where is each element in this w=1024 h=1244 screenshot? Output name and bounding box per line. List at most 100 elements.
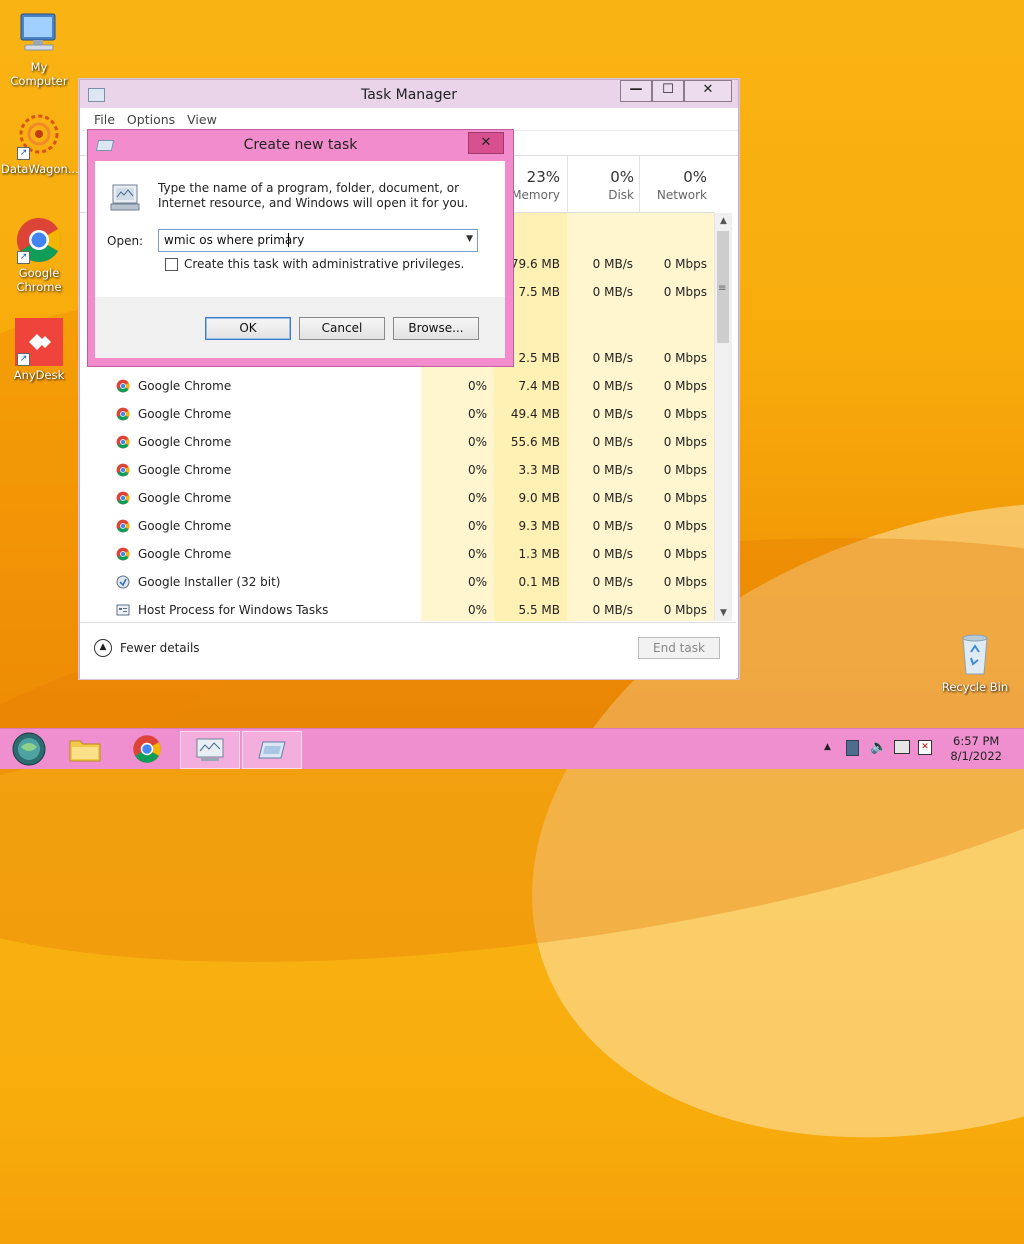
minimize-button[interactable]: — [620, 80, 652, 102]
scrollbar-grip-icon: ≡ [718, 283, 727, 294]
desktop-icon-anydesk[interactable]: ↗ AnyDesk [1, 318, 77, 382]
dialog-message: Type the name of a program, folder, docu… [158, 181, 469, 210]
column-header-disk[interactable]: 0% Disk [568, 168, 634, 202]
recycle-bin-icon [951, 630, 999, 678]
memory-cell: 9.0 MB [518, 491, 560, 505]
chrome-icon [116, 491, 130, 505]
fewer-details-button[interactable]: ▲ Fewer details [94, 639, 200, 657]
memory-cell: 5.5 MB [518, 603, 560, 617]
maximize-button[interactable]: ☐ [652, 80, 684, 102]
memory-cell: 1.3 MB [518, 547, 560, 561]
desktop-icon-label: Google Chrome [16, 266, 62, 294]
process-name: Google Installer (32 bit) [138, 575, 281, 589]
action-center-icon[interactable]: ✕ [918, 740, 932, 755]
process-name: Google Chrome [138, 379, 232, 393]
menu-file[interactable]: File [94, 112, 115, 127]
network-cell: 0 Mbps [663, 519, 707, 533]
table-row[interactable]: Google Chrome 0% 3.3 MB 0 MB/s 0 Mbps [80, 456, 714, 484]
table-row[interactable]: Google Chrome 0% 9.3 MB 0 MB/s 0 Mbps [80, 512, 714, 540]
taskbar-file-explorer[interactable] [56, 731, 114, 767]
disk-cell: 0 MB/s [592, 351, 633, 365]
table-row[interactable]: Google Chrome 0% 55.6 MB 0 MB/s 0 Mbps [80, 428, 714, 456]
taskbar-run-dialog[interactable] [242, 731, 302, 769]
network-icon[interactable] [894, 740, 910, 754]
dialog-titlebar[interactable]: Create new task ✕ [88, 130, 513, 158]
fewer-details-label: Fewer details [120, 641, 200, 655]
taskbar-task-manager[interactable] [180, 731, 240, 769]
chrome-icon [133, 735, 161, 763]
menu-view[interactable]: View [187, 112, 217, 127]
process-name: Google Chrome [138, 463, 232, 477]
disk-cell: 0 MB/s [592, 435, 633, 449]
disk-cell: 0 MB/s [592, 285, 633, 299]
memory-cell: 49.4 MB [510, 407, 560, 421]
disk-cell: 0 MB/s [592, 463, 633, 477]
cancel-button[interactable]: Cancel [299, 317, 385, 340]
chrome-icon [116, 407, 130, 421]
open-command-input[interactable]: wmic os where primary ▼ [158, 229, 478, 252]
anydesk-icon: ↗ [15, 318, 63, 366]
dialog-title: Create new task [243, 137, 358, 153]
desktop-icon-datawagon[interactable]: ↗ DataWagon... [1, 112, 79, 176]
disk-cell: 0 MB/s [592, 379, 633, 393]
desktop-icon-label: AnyDesk [13, 368, 65, 382]
flag-icon[interactable] [846, 740, 859, 756]
cpu-cell: 0% [467, 407, 487, 421]
disk-cell: 0 MB/s [592, 575, 633, 589]
dialog-close-button[interactable]: ✕ [468, 132, 504, 154]
chrome-icon [116, 379, 130, 393]
network-cell: 0 Mbps [663, 491, 707, 505]
vertical-scrollbar[interactable]: ▲ ≡ ▼ [714, 213, 732, 621]
table-row[interactable]: Google Chrome 0% 1.3 MB 0 MB/s 0 Mbps [80, 540, 714, 568]
desktop-icon-google-chrome[interactable]: ↗ Google Chrome [1, 216, 77, 294]
dialog-button-bar: OK Cancel Browse... [95, 297, 505, 358]
table-row[interactable]: Google Chrome 0% 7.4 MB 0 MB/s 0 Mbps [80, 372, 714, 400]
admin-privileges-checkbox[interactable]: Create this task with administrative pri… [165, 257, 464, 271]
network-cell: 0 Mbps [663, 435, 707, 449]
memory-cell: 7.4 MB [518, 379, 560, 393]
desktop-icon-recycle-bin[interactable]: Recycle Bin [937, 630, 1013, 694]
taskbar-chrome[interactable] [118, 731, 176, 767]
memory-cell: 55.6 MB [510, 435, 560, 449]
cpu-cell: 0% [467, 519, 487, 533]
volume-icon[interactable]: 🔈 [870, 739, 887, 755]
task-manager-titlebar[interactable]: Task Manager — ☐ ✕ [80, 80, 738, 108]
chevron-down-icon[interactable]: ▼ [466, 234, 473, 244]
network-cell: 0 Mbps [663, 603, 707, 617]
process-name: Google Chrome [138, 491, 232, 505]
show-hidden-icons-icon[interactable]: ▲ [824, 742, 831, 752]
end-task-button[interactable]: End task [638, 637, 720, 659]
close-button[interactable]: ✕ [684, 80, 732, 102]
cpu-cell: 0% [467, 463, 487, 477]
browse-button[interactable]: Browse... [393, 317, 479, 340]
table-row[interactable]: Google Installer (32 bit) 0% 0.1 MB 0 MB/s 0… [80, 568, 714, 596]
start-icon [12, 732, 46, 766]
network-cell: 0 Mbps [663, 379, 707, 393]
host-process-icon [116, 603, 130, 617]
table-row[interactable]: Google Chrome 0% 9.0 MB 0 MB/s 0 Mbps [80, 484, 714, 512]
table-row[interactable]: Google Chrome 0% 49.4 MB 0 MB/s 0 Mbps [80, 400, 714, 428]
network-cell: 0 Mbps [663, 285, 707, 299]
network-cell: 0 Mbps [663, 407, 707, 421]
table-row[interactable]: Host Process for Windows Tasks 0% 5.5 MB 0 … [80, 596, 714, 621]
desktop-icon-my-computer[interactable]: My Computer [1, 10, 77, 88]
process-name: Google Chrome [138, 407, 232, 421]
menu-options[interactable]: Options [127, 112, 175, 127]
scroll-down-icon[interactable]: ▼ [715, 605, 732, 621]
disk-cell: 0 MB/s [592, 547, 633, 561]
scroll-up-icon[interactable]: ▲ [715, 213, 732, 229]
chevron-up-icon: ▲ [94, 639, 112, 657]
network-cell: 0 Mbps [663, 351, 707, 365]
network-cell: 0 Mbps [663, 257, 707, 271]
process-name: Google Chrome [138, 547, 232, 561]
admin-privileges-label: Create this task with administrative pri… [184, 257, 465, 271]
cpu-cell: 0% [467, 491, 487, 505]
ok-button[interactable]: OK [205, 317, 291, 340]
task-manager-icon [196, 738, 224, 761]
column-header-network[interactable]: 0% Network [640, 168, 707, 202]
checkbox-box[interactable] [165, 257, 178, 271]
network-cell: 0 Mbps [663, 575, 707, 589]
start-button[interactable] [0, 731, 58, 767]
clock[interactable]: 6:57 PM 8/1/2022 [950, 734, 1002, 764]
create-new-task-dialog: Create new task ✕ Type the name of a pro… [87, 129, 514, 367]
